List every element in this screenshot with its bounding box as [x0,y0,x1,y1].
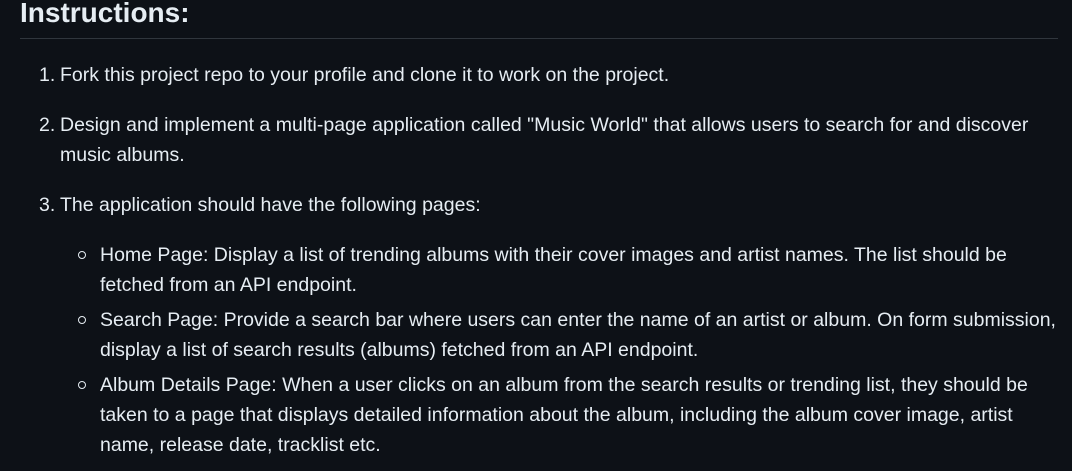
pages-list: Home Page: Display a list of trending al… [60,240,1060,460]
step-text: Fork this project repo to your profile a… [60,64,670,86]
page-list-item: Album Details Page: When a user clicks o… [60,370,1060,460]
step-text: The application should have the followin… [60,194,481,216]
circle-bullet-icon [78,381,86,389]
page-list-item: Search Page: Provide a search bar where … [60,305,1060,365]
step-number: 2. [39,114,56,136]
step-text: Design and implement a multi-page applic… [60,114,1029,166]
page-description: Home Page: Display a list of trending al… [100,244,1007,296]
step-number: 1. [39,64,56,86]
circle-bullet-icon [78,316,86,324]
page-description: Album Details Page: When a user clicks o… [100,374,1028,456]
instructions-list: 1. Fork this project repo to your profil… [20,60,1060,471]
instructions-heading: Instructions: [20,0,190,28]
page-description: Search Page: Provide a search bar where … [100,309,1056,361]
heading-divider [20,38,1058,39]
step-number: 3. [39,194,56,216]
instruction-step: 1. Fork this project repo to your profil… [20,60,1060,90]
instruction-step: 2. Design and implement a multi-page app… [20,110,1060,170]
instruction-step: 3. The application should have the follo… [20,190,1060,460]
page-list-item: Home Page: Display a list of trending al… [60,240,1060,300]
circle-bullet-icon [78,251,86,259]
